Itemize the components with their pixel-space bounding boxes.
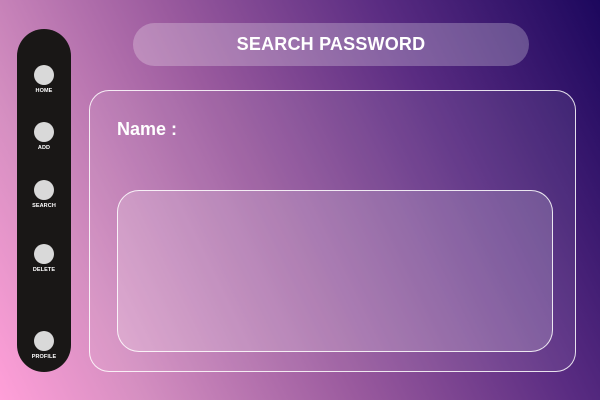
add-icon bbox=[34, 122, 54, 142]
name-label: Name : bbox=[117, 119, 178, 139]
sidebar-item-delete[interactable]: DELETE bbox=[17, 244, 71, 280]
sidebar-item-add[interactable]: ADD bbox=[17, 122, 71, 158]
sidebar-item-home[interactable]: HOME bbox=[17, 65, 71, 101]
home-icon bbox=[34, 65, 54, 85]
profile-icon bbox=[34, 331, 54, 351]
main-card: Name : bbox=[89, 90, 576, 372]
page-header: SEARCH PASSWORD bbox=[133, 23, 529, 66]
password-result-box[interactable] bbox=[117, 190, 553, 352]
page-title: SEARCH PASSWORD bbox=[236, 34, 426, 54]
delete-icon bbox=[34, 244, 54, 264]
sidebar-item-label: DELETE bbox=[32, 267, 56, 273]
search-icon bbox=[34, 180, 54, 200]
sidebar: HOME ADD SEARCH DELETE PROFILE bbox=[17, 29, 71, 372]
sidebar-item-label: ADD bbox=[37, 145, 51, 151]
sidebar-item-label: HOME bbox=[35, 88, 53, 94]
sidebar-item-profile[interactable]: PROFILE bbox=[17, 331, 71, 367]
sidebar-item-search[interactable]: SEARCH bbox=[17, 180, 71, 216]
sidebar-item-label: PROFILE bbox=[31, 354, 57, 360]
sidebar-item-label: SEARCH bbox=[32, 203, 56, 209]
